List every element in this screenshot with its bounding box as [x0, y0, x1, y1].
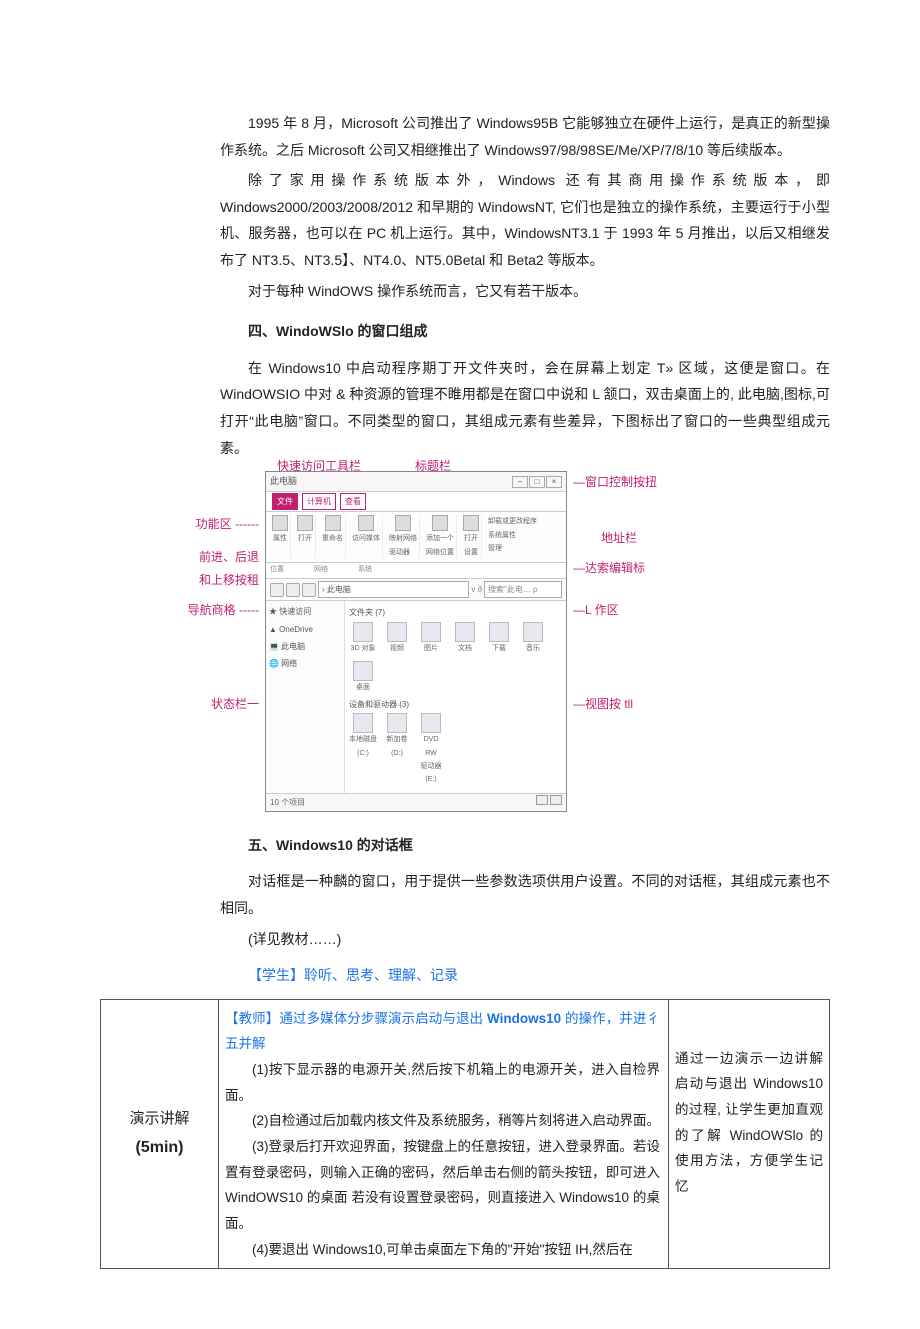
- label-navbtn: 前进、后退 和上移按租: [159, 546, 259, 592]
- section5-title: 五、Windows10 的对话框: [100, 832, 830, 859]
- paragraph-2: 除了家用操作系统版本外，Windows 还有其商用操作系统版本，即 Window…: [100, 167, 830, 273]
- mock-address-bar: › 此电脑 v ð 搜索"此电… ρ: [266, 579, 566, 601]
- min-icon[interactable]: –: [512, 476, 528, 488]
- ribbon-icon[interactable]: [463, 515, 479, 531]
- close-icon[interactable]: ×: [546, 476, 562, 488]
- address-path[interactable]: › 此电脑: [318, 581, 469, 598]
- tab-2[interactable]: 查看: [340, 493, 366, 510]
- section5-p1: 对话框是一种麟的窗口，用于提供一些参数选项供用户设置。不同的对话框，其组成元素也…: [100, 868, 830, 921]
- lesson-mid-cell: 【教师】通过多媒体分步骤演示启动与退出 Windows10 的操作，并进彳五并解…: [219, 1000, 669, 1268]
- student-line: 【学生】聆听、思考、理解、记录: [100, 962, 830, 989]
- folder-icon[interactable]: [489, 622, 509, 642]
- label-titlebar: 标题栏: [415, 455, 451, 478]
- label-status: 状态栏一: [159, 693, 259, 716]
- tab-1[interactable]: 计算机: [302, 493, 336, 510]
- mock-ribbon: 属性 打开 重命名 访问媒体 映射网络 驱动器 添加一个 网络位置 打开 设置 …: [266, 512, 566, 563]
- mock-tabs: 文件 计算机 查看: [266, 492, 566, 512]
- ribbon-icon[interactable]: [358, 515, 374, 531]
- lesson-left-cell: 演示讲解 (5min): [101, 1000, 219, 1268]
- teacher-lead: 【教师】通过多媒体分步骤演示启动与退出 Windows10 的操作，并进彳五并解: [225, 1011, 660, 1052]
- view-icon[interactable]: [536, 795, 548, 805]
- lesson-table: 演示讲解 (5min) 【教师】通过多媒体分步骤演示启动与退出 Windows1…: [100, 999, 830, 1269]
- document-page: 1995 年 8 月，Microsoft 公司推出了 Windows95B 它能…: [0, 0, 920, 1329]
- devices-group-title: 设备和驱动器 (3): [349, 697, 562, 712]
- tab-0[interactable]: 文件: [272, 493, 298, 510]
- drive-icon[interactable]: [353, 713, 373, 733]
- lesson-left-time: (5min): [129, 1133, 189, 1163]
- section5-p2: (详见教材……): [100, 926, 830, 953]
- mock-status-bar: 10 个项目: [266, 793, 566, 811]
- drive-icon[interactable]: [387, 713, 407, 733]
- label-ctrl: —窗口控制按扭: [573, 471, 657, 494]
- forward-icon[interactable]: [286, 583, 300, 597]
- up-icon[interactable]: [302, 583, 316, 597]
- label-work: —L 作区: [573, 599, 619, 622]
- folder-icon[interactable]: [387, 622, 407, 642]
- lesson-left-title: 演示讲解: [129, 1105, 189, 1134]
- label-search: —达索编辑标: [573, 557, 645, 580]
- label-ribbon: 功能区 ------: [159, 513, 259, 536]
- drive-icon[interactable]: [421, 713, 441, 733]
- step-3: (3)登录后打开欢迎界面，按键盘上的任意按钮，进入登录界面。若设置有登录密码，则…: [225, 1134, 660, 1237]
- mock-window: 此电脑 –□× 文件 计算机 查看 属性 打开 重命名 访问媒体 映射网络 驱动…: [265, 471, 567, 812]
- folders-group-title: 文件夹 (7): [349, 605, 562, 620]
- mock-window-controls: –□×: [511, 473, 562, 490]
- step-1: (1)按下显示器的电源开关,然后按下机箱上的电源开关，进入自检界面。: [225, 1057, 660, 1108]
- section4-p1: 在 Windows10 中启动程序期丁开文件夹时，会在屏幕上划定 T» 区域，这…: [100, 355, 830, 461]
- ribbon-icon[interactable]: [432, 515, 448, 531]
- paragraph-1: 1995 年 8 月，Microsoft 公司推出了 Windows95B 它能…: [100, 110, 830, 163]
- search-input[interactable]: 搜索"此电… ρ: [484, 581, 562, 598]
- step-4: (4)要退出 Windows10,可单击桌面左下角的"开始"按钮 IH,然后在: [225, 1237, 660, 1263]
- ribbon-icon[interactable]: [395, 515, 411, 531]
- lesson-right-cell: 通过一边演示一边讲解启动与退出 Windows10 的过程, 让学生更加直观的了…: [669, 1000, 829, 1268]
- ribbon-icon[interactable]: [325, 515, 341, 531]
- mock-work-area: 文件夹 (7) 3D 对象 视频 图片 文档 下载 音乐 桌面 设备和驱动器 (…: [345, 601, 566, 792]
- max-icon[interactable]: □: [529, 476, 545, 488]
- ribbon-icon[interactable]: [272, 515, 288, 531]
- paragraph-3: 对于每种 WindOWS 操作系统而言，它又有若干版本。: [100, 278, 830, 305]
- label-addr: 地址栏: [601, 527, 637, 550]
- folder-icon[interactable]: [353, 622, 373, 642]
- label-view: —视图按 tll: [573, 693, 633, 716]
- section4-title: 四、WindoWSlo 的窗口组成: [100, 318, 830, 345]
- folder-icon[interactable]: [523, 622, 543, 642]
- folder-icon[interactable]: [421, 622, 441, 642]
- side-item[interactable]: 💻 此电脑: [269, 638, 341, 655]
- ribbon-icon[interactable]: [297, 515, 313, 531]
- side-item[interactable]: 🌐 网络: [269, 655, 341, 672]
- label-navpane: 导航商格 -----: [159, 599, 259, 622]
- side-item[interactable]: ▲ OneDrive: [269, 621, 341, 638]
- view-icon[interactable]: [550, 795, 562, 805]
- back-icon[interactable]: [270, 583, 284, 597]
- status-text: 10 个项目: [270, 795, 305, 810]
- mock-nav-pane: ★ 快速访问 ▲ OneDrive 💻 此电脑 🌐 网络: [266, 601, 345, 792]
- step-2: (2)自检通过后加载内核文件及系统服务，稍等片刻将进入启动界面。: [225, 1108, 660, 1134]
- folder-icon[interactable]: [353, 661, 373, 681]
- window-figure: 快速访问工具栏 标题栏 功能区 ------ 前进、后退 和上移按租 导航商格 …: [225, 471, 705, 812]
- folder-icon[interactable]: [455, 622, 475, 642]
- label-qat: 快速访问工具栏: [277, 455, 361, 478]
- side-item[interactable]: ★ 快速访问: [269, 603, 341, 620]
